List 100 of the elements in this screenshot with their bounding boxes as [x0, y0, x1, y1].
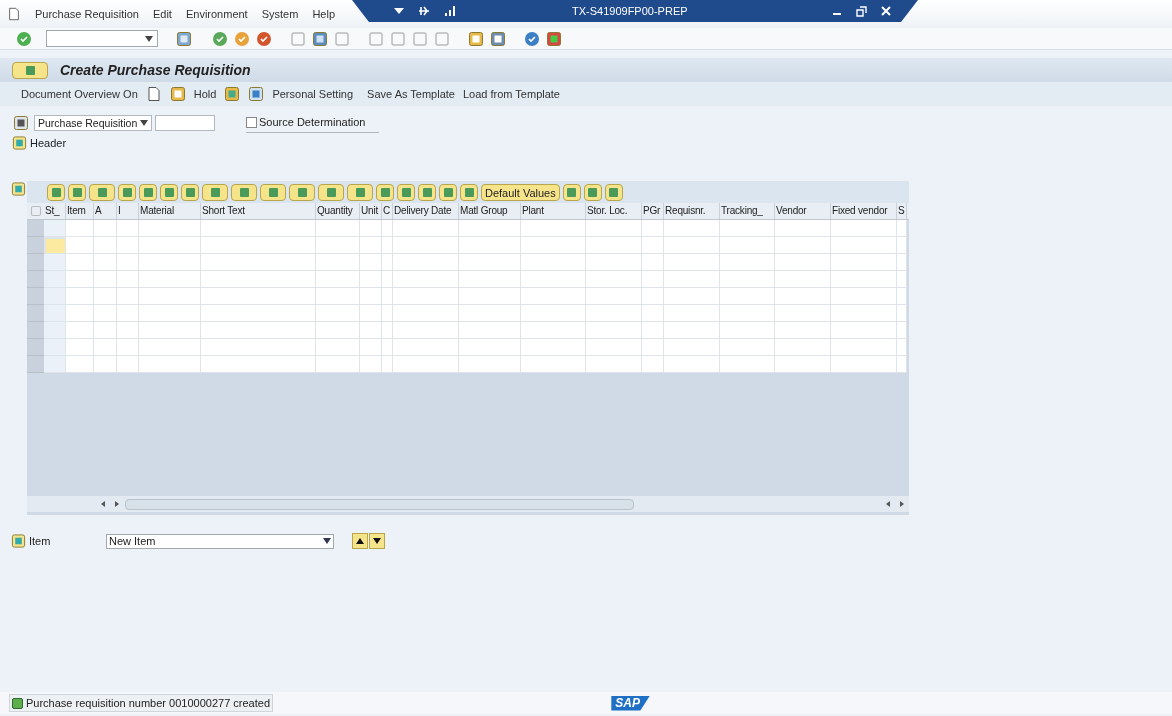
table-cell[interactable]	[393, 356, 459, 373]
table-cell[interactable]	[831, 254, 897, 271]
table-cell[interactable]	[642, 322, 664, 339]
row-selector[interactable]	[27, 305, 44, 322]
table-cell[interactable]	[66, 339, 94, 356]
table-cell[interactable]	[201, 288, 316, 305]
table-cell[interactable]	[664, 271, 720, 288]
menu-item[interactable]: Help	[312, 5, 335, 23]
table-cell[interactable]	[382, 356, 393, 373]
column-header[interactable]: S	[897, 203, 907, 219]
row-selector[interactable]	[27, 271, 44, 288]
menu-item[interactable]: System	[261, 5, 299, 23]
table-cell[interactable]	[382, 305, 393, 322]
table-cell[interactable]	[139, 322, 201, 339]
table-cell[interactable]	[642, 237, 664, 254]
table-cell[interactable]	[360, 305, 382, 322]
command-field[interactable]	[46, 30, 158, 47]
table-cell[interactable]	[66, 288, 94, 305]
table-cell[interactable]	[360, 271, 382, 288]
table-cell[interactable]	[775, 254, 831, 271]
table-cell[interactable]	[139, 271, 201, 288]
table-cell[interactable]	[94, 237, 117, 254]
table-cell[interactable]	[459, 305, 521, 322]
table-cell[interactable]	[360, 288, 382, 305]
table-cell[interactable]	[382, 271, 393, 288]
table-cell[interactable]	[459, 322, 521, 339]
table-cell[interactable]	[897, 356, 907, 373]
document-type-dropdown[interactable]: Purchase Requisition	[34, 115, 152, 132]
table-cell[interactable]	[586, 237, 642, 254]
column-header[interactable]: A	[94, 203, 117, 219]
table-cell[interactable]	[720, 339, 775, 356]
table-cell[interactable]	[94, 254, 117, 271]
table-cell[interactable]	[664, 305, 720, 322]
table-cell[interactable]	[897, 271, 907, 288]
table-cell[interactable]	[393, 288, 459, 305]
table-cell[interactable]	[201, 339, 316, 356]
table-cell[interactable]	[393, 220, 459, 237]
table-cell[interactable]	[393, 254, 459, 271]
table-cell[interactable]	[775, 271, 831, 288]
table-cell[interactable]	[201, 271, 316, 288]
table-cell[interactable]	[94, 356, 117, 373]
row-selector[interactable]	[27, 356, 44, 373]
table-cell[interactable]	[642, 305, 664, 322]
table-cell[interactable]	[382, 322, 393, 339]
pin-icon[interactable]	[418, 5, 430, 17]
table-cell[interactable]	[831, 271, 897, 288]
table-cell[interactable]	[720, 288, 775, 305]
table-cell[interactable]	[459, 271, 521, 288]
column-header[interactable]: PGr	[642, 203, 664, 219]
table-cell[interactable]	[664, 339, 720, 356]
table-cell[interactable]	[720, 356, 775, 373]
table-cell[interactable]	[393, 237, 459, 254]
table-cell[interactable]	[382, 288, 393, 305]
table-cell[interactable]	[521, 322, 586, 339]
toolbar-button[interactable]: Document Overview On	[21, 85, 138, 103]
table-cell[interactable]	[459, 288, 521, 305]
table-cell[interactable]	[66, 305, 94, 322]
table-cell[interactable]	[117, 339, 139, 356]
column-header[interactable]: Fixed vendor	[831, 203, 897, 219]
table-cell[interactable]	[521, 237, 586, 254]
table-cell[interactable]	[316, 339, 360, 356]
column-header[interactable]: Material	[139, 203, 201, 219]
table-cell[interactable]	[66, 220, 94, 237]
table-cell[interactable]	[586, 322, 642, 339]
document-number-field[interactable]	[155, 115, 215, 132]
table-cell[interactable]	[44, 271, 66, 288]
table-cell[interactable]	[382, 339, 393, 356]
table-cell[interactable]	[521, 305, 586, 322]
table-cell[interactable]	[316, 220, 360, 237]
table-cell[interactable]	[586, 220, 642, 237]
table-cell[interactable]	[720, 271, 775, 288]
table-cell[interactable]	[720, 305, 775, 322]
table-cell[interactable]	[775, 220, 831, 237]
previous-item-button[interactable]	[352, 533, 368, 550]
table-cell[interactable]	[139, 305, 201, 322]
table-cell[interactable]	[586, 271, 642, 288]
table-cell[interactable]	[521, 254, 586, 271]
table-cell[interactable]	[586, 254, 642, 271]
table-cell[interactable]	[775, 305, 831, 322]
column-header[interactable]: I	[117, 203, 139, 219]
table-cell[interactable]	[642, 220, 664, 237]
table-cell[interactable]	[382, 254, 393, 271]
restore-icon[interactable]	[856, 5, 867, 17]
table-cell[interactable]	[117, 271, 139, 288]
table-cell[interactable]	[201, 305, 316, 322]
table-cell[interactable]	[897, 322, 907, 339]
close-icon[interactable]	[881, 6, 891, 16]
table-cell[interactable]	[831, 220, 897, 237]
menu-item[interactable]: Edit	[152, 5, 172, 23]
column-header[interactable]: Plant	[521, 203, 586, 219]
table-cell[interactable]	[44, 356, 66, 373]
table-cell[interactable]	[44, 237, 66, 254]
table-cell[interactable]	[897, 254, 907, 271]
table-cell[interactable]	[459, 237, 521, 254]
column-header[interactable]: Unit	[360, 203, 382, 219]
dropdown-icon[interactable]	[394, 7, 404, 15]
table-cell[interactable]	[117, 254, 139, 271]
column-header[interactable]: Requisnr.	[664, 203, 720, 219]
table-cell[interactable]	[316, 322, 360, 339]
table-cell[interactable]	[201, 356, 316, 373]
